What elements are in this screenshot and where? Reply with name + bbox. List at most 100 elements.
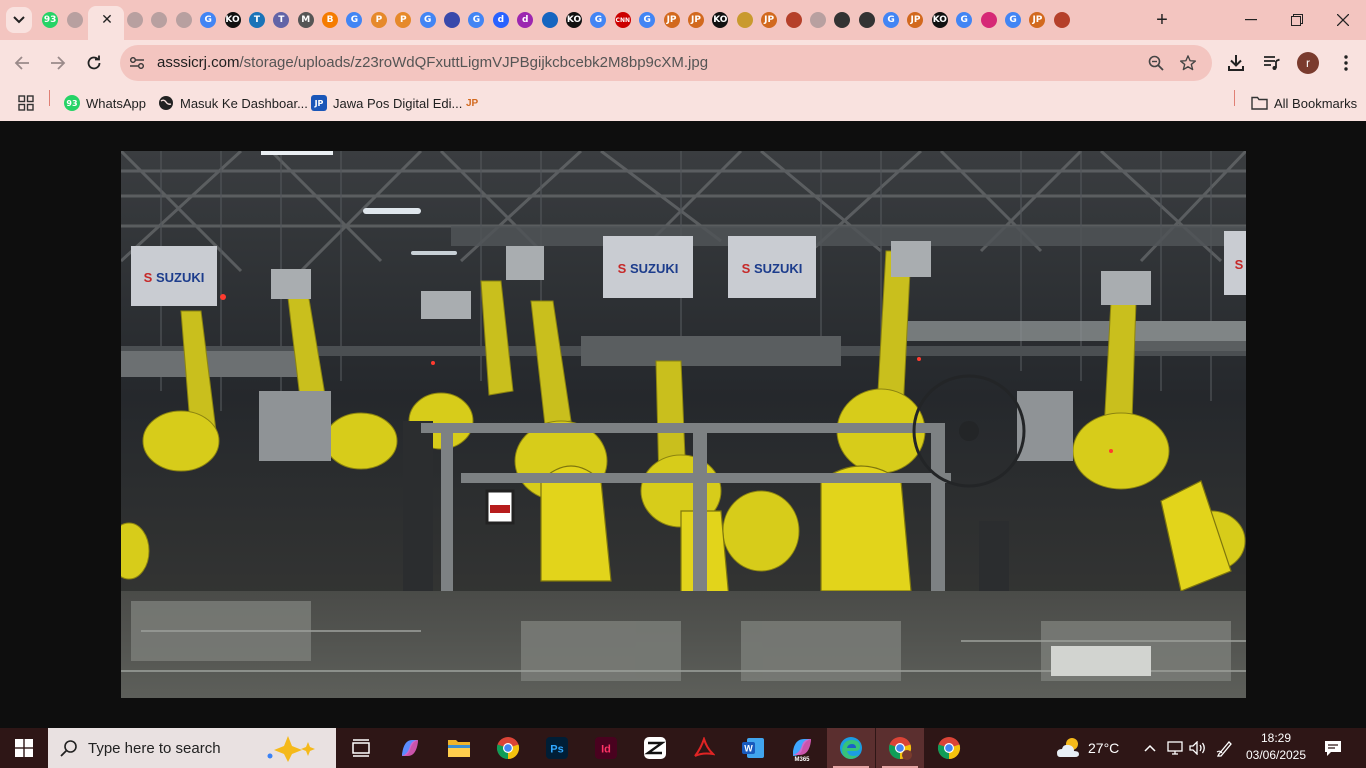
tab[interactable]: P xyxy=(367,8,391,32)
address-bar[interactable]: asssicrj.com/storage/uploads/z23roWdQFxu… xyxy=(120,45,1212,81)
suzuki-sign: S xyxy=(1224,231,1246,295)
edge-app[interactable] xyxy=(827,728,875,768)
tab[interactable]: d xyxy=(513,8,537,32)
instagram-icon xyxy=(980,12,997,28)
acrobat-app[interactable] xyxy=(680,728,728,768)
tab[interactable]: P xyxy=(391,8,415,32)
url-text[interactable]: asssicrj.com/storage/uploads/z23roWdQFxu… xyxy=(157,54,708,71)
pen-icon[interactable] xyxy=(1213,728,1237,768)
close-tab-icon[interactable]: ✕ xyxy=(98,10,116,28)
photoshop-app[interactable]: Ps xyxy=(533,728,581,768)
chrome-profile-app[interactable] xyxy=(876,728,924,768)
tab[interactable]: d xyxy=(489,8,513,32)
tab[interactable]: G xyxy=(342,8,366,32)
tab[interactable]: T xyxy=(245,8,269,32)
tab[interactable] xyxy=(976,8,1000,32)
new-tab-button[interactable]: + xyxy=(1150,8,1174,32)
bookmark-jp[interactable]: JP xyxy=(466,91,478,115)
tab[interactable]: KO xyxy=(928,8,952,32)
downloads-button[interactable] xyxy=(1223,50,1249,76)
zoom-icon[interactable] xyxy=(1146,53,1166,73)
site-info-icon[interactable] xyxy=(128,54,146,72)
bookmark-whatsapp[interactable]: 93 WhatsApp xyxy=(64,91,146,115)
forward-button[interactable] xyxy=(45,50,71,76)
tab[interactable]: G xyxy=(879,8,903,32)
tab[interactable]: JP xyxy=(757,8,781,32)
tab[interactable] xyxy=(172,8,196,32)
tab[interactable] xyxy=(830,8,854,32)
file-explorer-app[interactable] xyxy=(435,728,483,768)
temperature[interactable]: 27°C xyxy=(1088,728,1122,768)
tab[interactable]: KO xyxy=(220,8,244,32)
indesign-app[interactable]: Id xyxy=(582,728,630,768)
tab[interactable]: JP xyxy=(684,8,708,32)
word-app[interactable]: W xyxy=(729,728,777,768)
capcut-app[interactable] xyxy=(631,728,679,768)
taskbar-search[interactable]: Type here to search xyxy=(48,728,336,768)
network-icon[interactable] xyxy=(1164,728,1186,768)
svg-text:Ps: Ps xyxy=(550,744,563,756)
media-controls-button[interactable] xyxy=(1259,50,1285,76)
arrow-right-icon xyxy=(51,56,66,70)
tab[interactable]: G xyxy=(635,8,659,32)
tab[interactable]: G xyxy=(1001,8,1025,32)
notifications-icon[interactable] xyxy=(1318,728,1348,768)
clock[interactable]: 18:29 03/06/2025 xyxy=(1240,730,1312,764)
tab[interactable]: G xyxy=(464,8,488,32)
google-icon: G xyxy=(468,12,485,28)
tab[interactable] xyxy=(806,8,830,32)
chevron-up-icon[interactable] xyxy=(1138,728,1162,768)
tab[interactable]: JP xyxy=(659,8,683,32)
tab[interactable]: CNN xyxy=(611,8,635,32)
bookmark-dashboard[interactable]: Masuk Ke Dashboar... xyxy=(158,91,308,115)
apps-button[interactable] xyxy=(18,91,34,115)
arrow-left-icon xyxy=(14,56,29,70)
tab[interactable]: JP xyxy=(1025,8,1049,32)
chrome-app[interactable] xyxy=(484,728,532,768)
tab[interactable] xyxy=(62,8,86,32)
globe-icon xyxy=(159,96,173,110)
tab[interactable]: 93 xyxy=(38,8,62,32)
close-window-button[interactable] xyxy=(1320,6,1366,34)
tab[interactable] xyxy=(537,8,561,32)
jp-icon: JP xyxy=(466,97,479,109)
ko-icon: KO xyxy=(224,12,241,28)
tab[interactable]: G xyxy=(586,8,610,32)
suzuki-sign: S SUZUKI xyxy=(728,236,816,298)
tab[interactable]: G xyxy=(952,8,976,32)
tab[interactable]: M xyxy=(294,8,318,32)
tab-search-button[interactable] xyxy=(6,7,32,33)
all-bookmarks-button[interactable]: All Bookmarks xyxy=(1251,91,1357,115)
copilot-app[interactable] xyxy=(386,728,434,768)
tab[interactable]: JP xyxy=(903,8,927,32)
factory-robots-photo[interactable]: S SUZUKI S SUZUKI S SUZUKI S xyxy=(121,151,1246,698)
tab[interactable] xyxy=(855,8,879,32)
bookmark-jawapos[interactable]: JP Jawa Pos Digital Edi... xyxy=(311,91,462,115)
tab[interactable] xyxy=(733,8,757,32)
tab[interactable] xyxy=(123,8,147,32)
start-button[interactable] xyxy=(0,728,48,768)
tab[interactable] xyxy=(440,8,464,32)
volume-icon[interactable] xyxy=(1187,728,1209,768)
tab[interactable]: KO xyxy=(708,8,732,32)
menu-button[interactable] xyxy=(1333,50,1359,76)
tab[interactable]: G xyxy=(415,8,439,32)
google-icon: G xyxy=(200,12,217,28)
tab[interactable]: KO xyxy=(562,8,586,32)
reload-button[interactable] xyxy=(81,50,107,76)
tab[interactable]: G xyxy=(196,8,220,32)
tab[interactable]: T xyxy=(269,8,293,32)
bookmark-star-icon[interactable] xyxy=(1178,53,1198,73)
profile-avatar[interactable]: r xyxy=(1297,52,1319,74)
tab[interactable] xyxy=(1050,8,1074,32)
tab[interactable] xyxy=(781,8,805,32)
minimize-button[interactable] xyxy=(1228,6,1274,34)
restore-button[interactable] xyxy=(1274,6,1320,34)
m365-app[interactable]: M365 xyxy=(778,728,826,768)
tab[interactable] xyxy=(147,8,171,32)
back-button[interactable] xyxy=(9,50,35,76)
weather-icon[interactable] xyxy=(1052,728,1088,768)
tab[interactable]: B xyxy=(318,8,342,32)
task-view-button[interactable] xyxy=(337,728,385,768)
chrome-second-app[interactable] xyxy=(925,728,973,768)
